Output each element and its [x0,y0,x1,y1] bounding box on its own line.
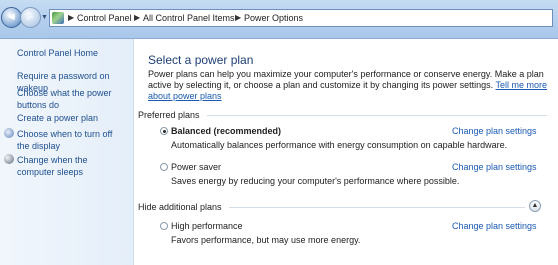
sidebar: Control Panel Home Require a password on… [0,39,134,265]
plan-desc-power-saver: Saves energy by reducing your computer's… [171,176,460,186]
breadcrumb-control-panel[interactable]: Control Panel [77,13,132,23]
change-plan-settings-link[interactable]: Change plan settings [452,162,537,172]
divider [207,115,547,116]
moon-sleep-icon [4,154,14,164]
power-saver-radio[interactable] [160,163,168,171]
chevron-down-icon[interactable]: ▼ [41,14,48,21]
plan-name-power-saver[interactable]: Power saver [171,162,221,172]
change-plan-settings-link[interactable]: Change plan settings [452,126,537,136]
intro-body: Power plans can help you maximize your c… [148,69,544,90]
page-title: Select a power plan [148,53,254,67]
sidebar-item-power-buttons[interactable]: Choose what the power buttons do [17,87,117,111]
control-panel-home-link[interactable]: Control Panel Home [17,47,98,59]
main-content: Select a power plan Power plans can help… [134,39,558,265]
breadcrumb-separator[interactable]: ▶ [134,13,140,22]
plan-name-balanced[interactable]: Balanced (recommended) [171,126,281,136]
breadcrumb-separator[interactable]: ▶ [235,13,241,22]
chevron-up-icon[interactable]: ▲ [529,200,541,212]
plan-desc-balanced: Automatically balances performance with … [171,140,508,150]
intro-text: Power plans can help you maximize your c… [148,69,548,102]
breadcrumb-power-options[interactable]: Power Options [244,13,303,23]
plan-name-high-performance[interactable]: High performance [171,221,243,231]
back-arrow-icon[interactable]: ◄ [1,7,22,28]
forward-arrow-icon[interactable]: ► [20,7,41,28]
plan-desc-high-performance: Favors performance, but may use more ene… [171,235,361,245]
sidebar-item-create-plan[interactable]: Create a power plan [17,112,131,124]
change-plan-settings-link[interactable]: Change plan settings [452,221,537,231]
balanced-radio[interactable] [160,127,168,135]
monitor-shield-icon [4,128,14,138]
preferred-plans-label: Preferred plans [138,110,200,120]
control-panel-icon [52,12,64,24]
divider [229,207,525,208]
window-titlebar: ◄ ► ▼ ▶ Control Panel ▶ All Control Pane… [0,0,558,39]
high-performance-radio[interactable] [160,222,168,230]
address-bar[interactable]: ▶ Control Panel ▶ All Control Panel Item… [49,9,553,27]
sidebar-item-computer-sleeps[interactable]: Change when the computer sleeps [17,154,125,178]
sidebar-item-turn-off-display[interactable]: Choose when to turn off the display [17,128,125,152]
breadcrumb-separator[interactable]: ▶ [68,13,74,22]
hide-additional-plans-label[interactable]: Hide additional plans [138,202,222,212]
breadcrumb-all-items[interactable]: All Control Panel Items [143,13,235,23]
